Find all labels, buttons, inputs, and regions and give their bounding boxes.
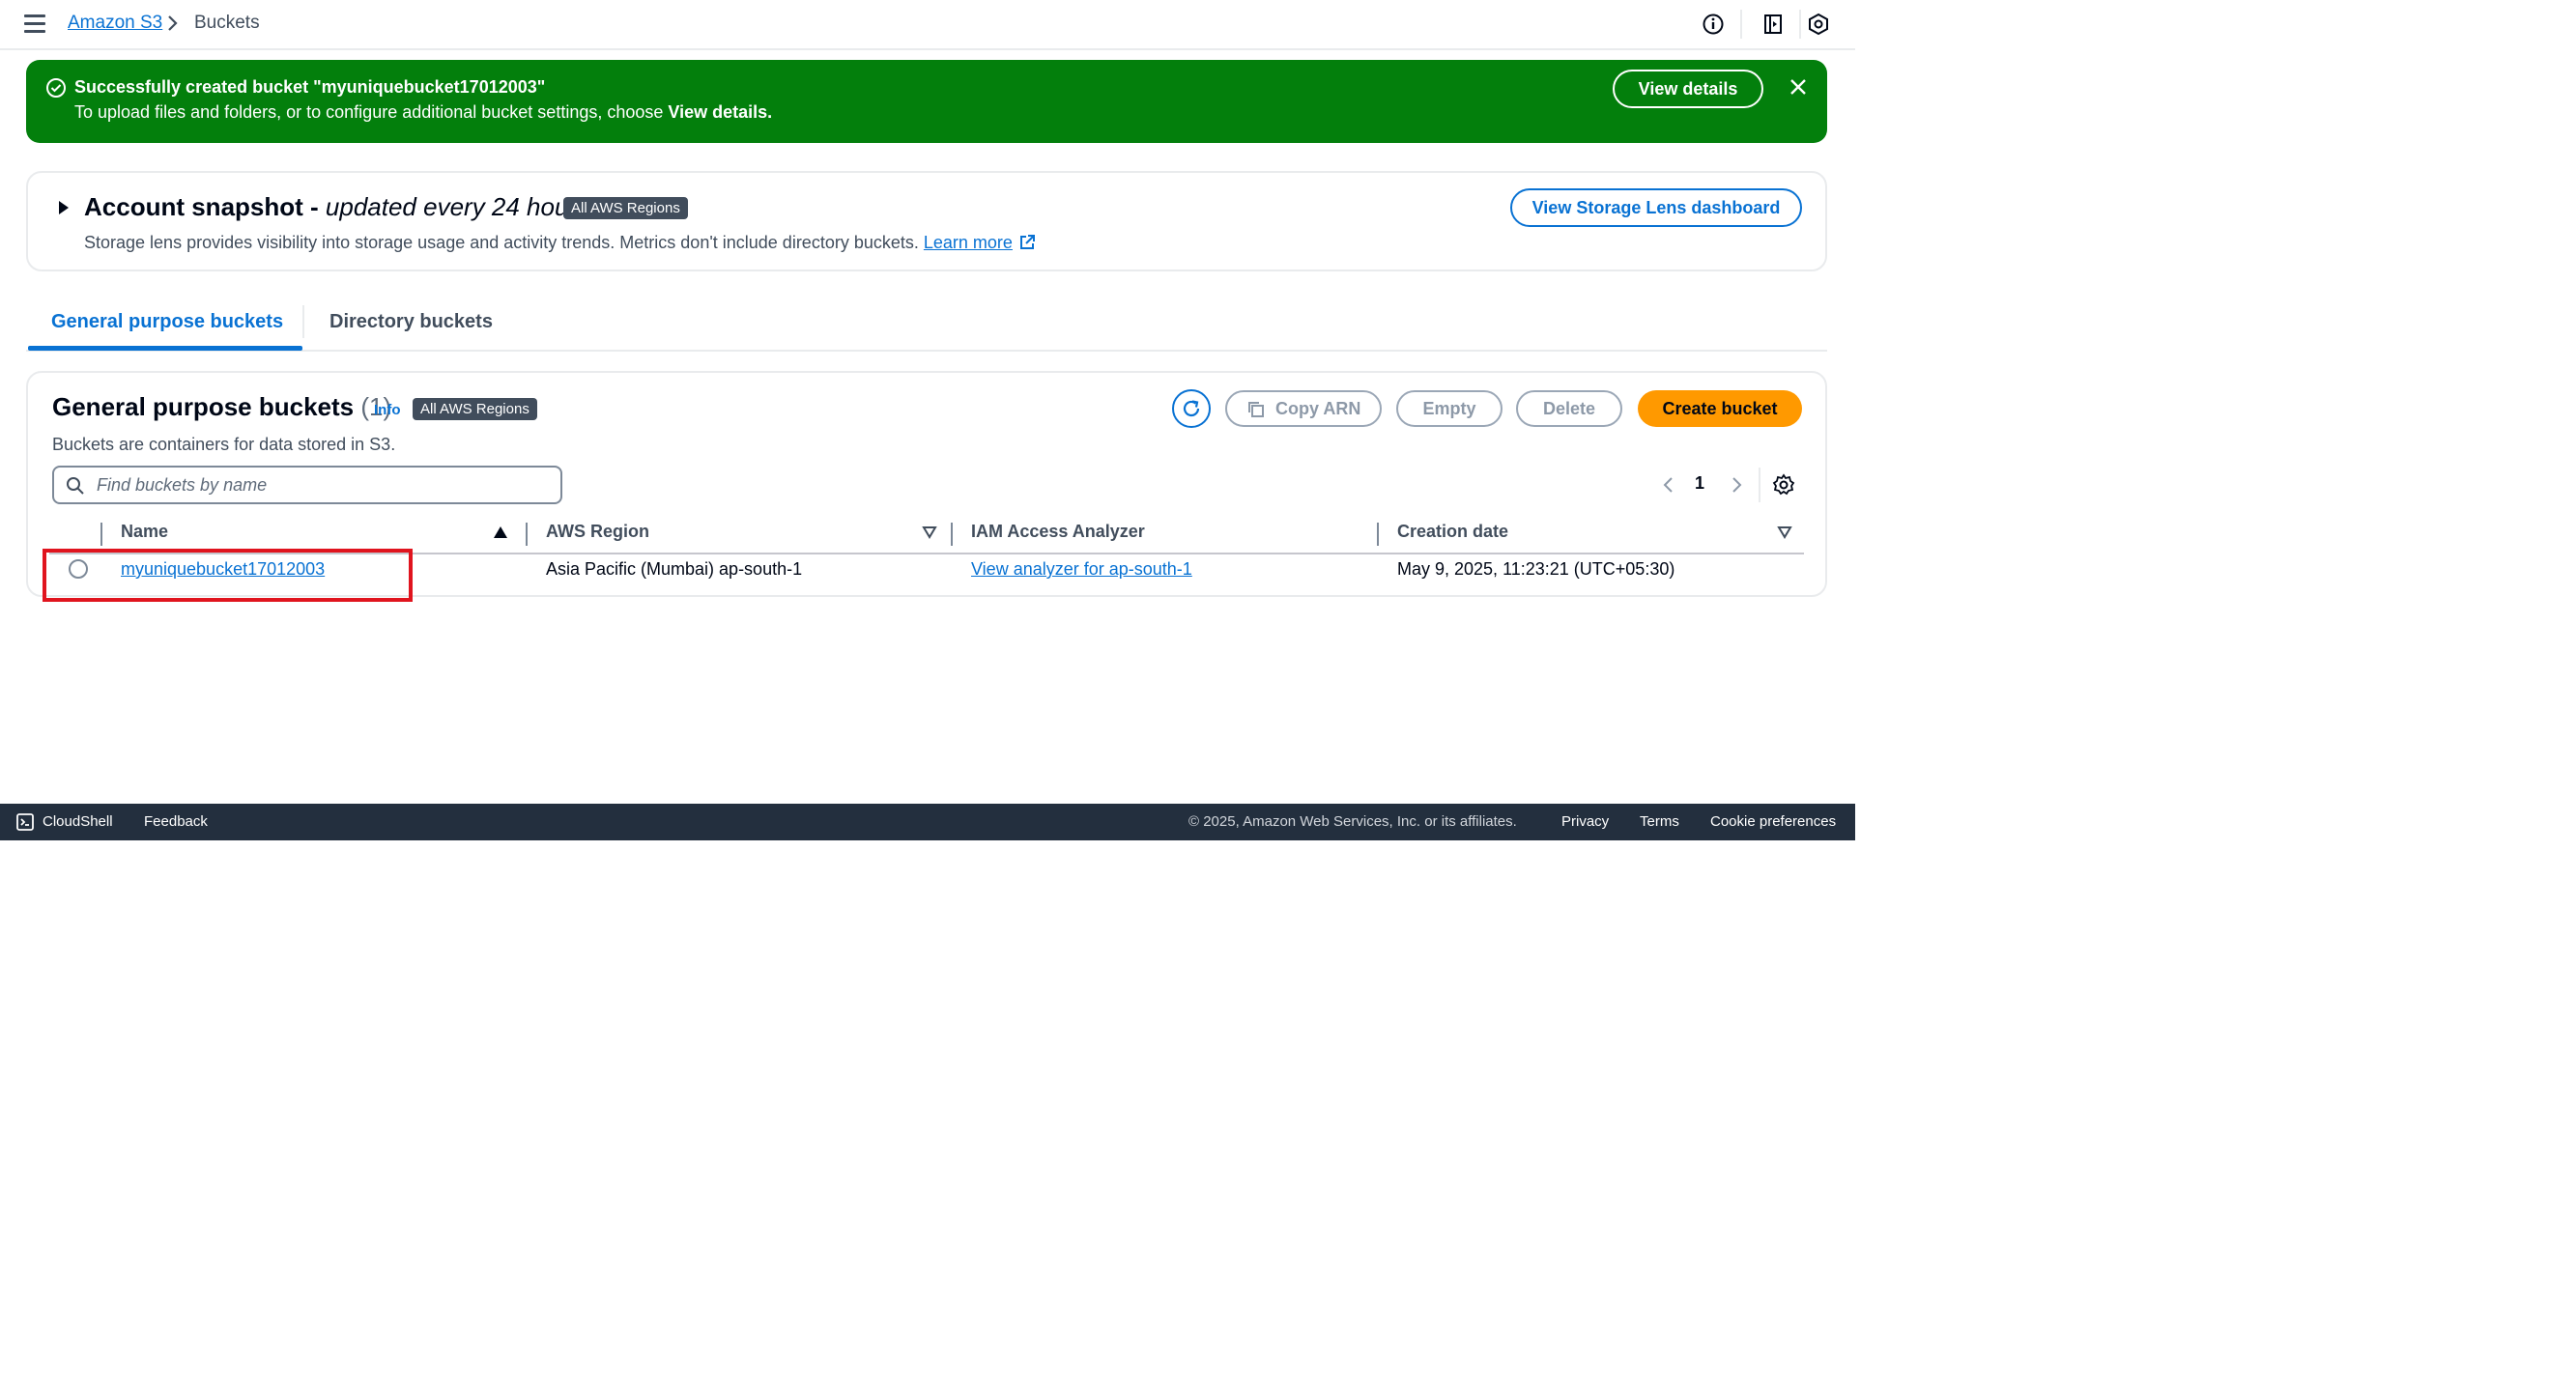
all-regions-badge: All AWS Regions (563, 197, 688, 219)
column-divider (1377, 523, 1379, 546)
view-details-button[interactable]: View details (1613, 70, 1763, 108)
pager-divider (1759, 468, 1760, 502)
account-snapshot-title[interactable]: Account snapshot - updated every 24 hour… (84, 192, 589, 222)
caret-right-icon[interactable] (57, 199, 71, 216)
tab-divider (302, 305, 304, 338)
delete-button: Delete (1516, 390, 1622, 427)
view-analyzer-link[interactable]: View analyzer for ap-south-1 (971, 559, 1192, 580)
bucket-region: Asia Pacific (Mumbai) ap-south-1 (546, 559, 803, 579)
sort-descending-icon[interactable] (1777, 525, 1792, 540)
info-link[interactable]: Info (374, 402, 401, 418)
column-header-region[interactable]: AWS Region (546, 522, 649, 542)
column-divider (951, 523, 953, 546)
gear-icon[interactable] (1772, 473, 1795, 497)
column-header-name[interactable]: Name (121, 522, 168, 542)
info-circle-icon[interactable] (1701, 12, 1726, 37)
external-link-icon[interactable] (1018, 234, 1036, 251)
flash-title: Successfully created bucket "myuniquebuc… (74, 77, 546, 97)
notebook-icon[interactable] (1760, 12, 1786, 37)
close-icon[interactable] (1787, 75, 1810, 99)
chevron-right-icon[interactable] (1731, 474, 1744, 496)
search-icon (67, 477, 84, 495)
sort-descending-icon[interactable] (922, 525, 937, 540)
empty-button: Empty (1396, 390, 1503, 427)
screen: Amazon S3 Buckets Successfully created b… (0, 0, 2576, 1391)
copy-arn-button: Copy ARN (1225, 390, 1382, 427)
cookie-preferences-link[interactable]: Cookie preferences (1710, 813, 1836, 830)
page-number[interactable]: 1 (1695, 473, 1704, 494)
view-storage-lens-button[interactable]: View Storage Lens dashboard (1510, 188, 1802, 227)
check-circle-icon (46, 78, 66, 98)
tab-general-purpose-buckets[interactable]: General purpose buckets (51, 311, 283, 333)
refresh-icon (1183, 400, 1200, 417)
account-snapshot-container: Account snapshot - updated every 24 hour… (26, 171, 1827, 271)
copy-icon (1248, 402, 1264, 417)
sort-ascending-icon[interactable] (493, 525, 508, 540)
all-regions-badge: All AWS Regions (413, 398, 537, 420)
buckets-heading: General purpose buckets (1) (52, 392, 391, 422)
breadcrumb-amazon-s3-link[interactable]: Amazon S3 (68, 13, 162, 34)
bucket-creation-date: May 9, 2025, 11:23:21 (UTC+05:30) (1397, 559, 1675, 579)
settings-hex-icon[interactable] (1806, 12, 1831, 37)
toolbar-divider (1799, 10, 1801, 39)
bucket-type-tabs: General purpose buckets Directory bucket… (26, 299, 1827, 352)
buckets-heading-text: General purpose buckets (52, 392, 355, 421)
cloudshell-link[interactable]: CloudShell (43, 813, 113, 830)
flash-message-bold: View details. (668, 102, 773, 122)
chevron-left-icon[interactable] (1662, 474, 1675, 496)
create-bucket-button[interactable]: Create bucket (1638, 390, 1802, 427)
success-flashbar: Successfully created bucket "myuniquebuc… (26, 60, 1827, 143)
search-input[interactable] (97, 469, 551, 500)
copyright-text: © 2025, Amazon Web Services, Inc. or its… (1188, 813, 1517, 830)
hamburger-icon[interactable] (24, 14, 45, 34)
privacy-link[interactable]: Privacy (1561, 813, 1609, 830)
cloudshell-icon[interactable] (15, 812, 35, 832)
top-navigation: Amazon S3 Buckets (0, 0, 1855, 50)
console-footer: CloudShell Feedback © 2025, Amazon Web S… (0, 804, 1855, 840)
column-divider (100, 523, 102, 546)
flash-message-text: To upload files and folders, or to confi… (74, 102, 664, 122)
toolbar-divider (1740, 10, 1742, 39)
refresh-button[interactable] (1172, 389, 1211, 428)
buckets-description: Buckets are containers for data stored i… (52, 435, 396, 454)
snapshot-title-text: Account snapshot - (84, 192, 326, 221)
snapshot-description-text: Storage lens provides visibility into st… (84, 233, 919, 252)
snapshot-title-italic: updated every 24 hours (325, 192, 590, 221)
terms-link[interactable]: Terms (1640, 813, 1679, 830)
snapshot-description: Storage lens provides visibility into st… (84, 233, 1036, 253)
flash-message: To upload files and folders, or to confi… (74, 102, 772, 123)
highlight-box (43, 549, 413, 602)
column-header-iam-analyzer: IAM Access Analyzer (971, 522, 1145, 541)
tab-directory-buckets[interactable]: Directory buckets (329, 311, 493, 333)
column-divider (526, 523, 528, 546)
chevron-right-icon (168, 15, 178, 31)
column-header-creation-date[interactable]: Creation date (1397, 522, 1508, 542)
s3-console-page: Amazon S3 Buckets Successfully created b… (0, 0, 1855, 840)
learn-more-link[interactable]: Learn more (924, 233, 1013, 252)
feedback-link[interactable]: Feedback (144, 813, 208, 830)
breadcrumb-current: Buckets (194, 13, 260, 33)
bucket-search-field[interactable] (52, 466, 562, 504)
active-tab-indicator (28, 346, 302, 351)
copy-arn-label: Copy ARN (1275, 399, 1361, 418)
